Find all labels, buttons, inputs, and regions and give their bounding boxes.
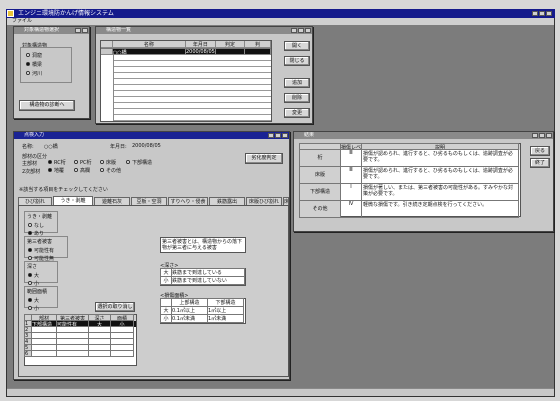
grid-empty-rows (113, 55, 271, 121)
option-curb[interactable]: 地覆 (48, 166, 64, 174)
name-value: ○○橋 (44, 144, 58, 150)
option-depth-large[interactable]: 大 (28, 271, 57, 279)
radio-checked-icon[interactable] (26, 62, 30, 66)
radio-icon[interactable] (28, 281, 32, 285)
option-other[interactable]: その他 (100, 166, 121, 174)
radio-icon[interactable] (26, 53, 30, 57)
depth-legend: 大鉄筋まで到達している 小鉄筋まで到達していない (160, 268, 246, 286)
date-value: 2000/08/05 (132, 143, 161, 149)
option-substructure[interactable]: 下部構造 (126, 158, 152, 166)
radio-icon[interactable] (28, 306, 32, 310)
radio-checked-icon[interactable] (28, 248, 32, 252)
delete-button[interactable]: 削除 (284, 93, 310, 103)
radio-icon[interactable] (28, 223, 32, 227)
radio-checked-icon[interactable] (48, 160, 52, 164)
option-pc-girder[interactable]: PC桁 (74, 158, 92, 166)
analyze-button[interactable]: 構造物の診断へ (19, 100, 75, 111)
inspection-window-title: 点検入力 (14, 132, 289, 139)
radio-icon[interactable] (74, 168, 78, 172)
menu-bar: ファイル (7, 18, 554, 25)
table-row[interactable]: 下部構造 Ⅰ 損傷が著しい、または、第三者被害の可能性がある。すみやかな対策が必… (299, 183, 520, 201)
exit-button[interactable]: 終了 (530, 158, 550, 168)
edit-button[interactable]: 変更 (284, 108, 310, 118)
list-window-controls[interactable] (291, 28, 311, 33)
list-window: 構造物一覧 名称 年月日 判定 判 ○○橋 2000/08/05 開く 閉じる … (95, 26, 313, 124)
judge-button[interactable]: 劣化度判定 (245, 153, 283, 164)
table-row[interactable]: その他 Ⅳ 軽微な損傷です。引き続き定期点検を行ってください。 (299, 200, 520, 218)
inspection-window-controls[interactable] (268, 133, 288, 138)
radio-checked-icon[interactable] (28, 273, 32, 277)
type-label: 部材の区分 (22, 154, 48, 160)
result-window-controls[interactable] (532, 133, 552, 138)
status-bar (7, 388, 554, 396)
radio-icon[interactable] (26, 71, 30, 75)
col-extra: 判 (245, 41, 271, 48)
radio-checked-icon[interactable] (28, 298, 32, 302)
group-area: 範囲面積 大 小 (24, 286, 58, 312)
selection-window-controls[interactable] (75, 28, 88, 33)
group-third-party: 第三者被害 可能性有 可能性無 (24, 236, 68, 262)
col-judge: 判定 (215, 41, 246, 48)
app-icon (7, 10, 14, 17)
table-row[interactable]: 床版 Ⅲ 損傷が認められ、進行すると、ひ劣るものもしくは、追跡調査が必要です。 (299, 166, 520, 184)
result-window-title: 結果 (294, 132, 553, 139)
radio-icon[interactable] (100, 168, 104, 172)
option-rc-girder[interactable]: RC桁 (48, 158, 66, 166)
close-button[interactable]: 閉じる (284, 56, 310, 66)
table-row[interactable]: 6 (24, 350, 136, 357)
group-spalling: うき・剥離 なし あり (24, 211, 58, 237)
list-window-title: 構造物一覧 (96, 27, 312, 34)
menu-file[interactable]: ファイル (12, 18, 32, 24)
option-area-large[interactable]: 大 (28, 296, 57, 304)
third-party-description: 第三者被害とは、構造物からの落下物が第三者に与える被害 (160, 237, 246, 253)
option-spalling-none[interactable]: なし (28, 221, 57, 229)
col-date: 年月日 (186, 41, 216, 48)
entry-table[interactable]: 部材 第三者被害 深さ 面積 1 下部構造 可能性有 大 小 2 3 4 5 6 (24, 314, 137, 366)
grid-header: 名称 年月日 判定 判 (101, 41, 271, 49)
result-window: 結果 損傷レベル 説明 桁 Ⅲ 損傷が認められ、進行すると、ひ劣るものもしくは、… (293, 131, 554, 232)
radio-icon[interactable] (100, 160, 104, 164)
result-table[interactable]: 損傷レベル 説明 桁 Ⅲ 損傷が認められ、進行すると、ひ劣るものもしくは、追跡調… (299, 143, 521, 218)
radio-icon[interactable] (126, 160, 130, 164)
option-tunnel[interactable]: 洞窟 (26, 51, 71, 59)
option-bridge[interactable]: 橋梁 (26, 60, 71, 68)
selection-window: 対象構造物選択 対象構造物 洞窟 橋梁 河川 構造物の診断へ (13, 26, 90, 119)
name-label: 名称: (22, 144, 34, 150)
date-label: 年月日: (110, 144, 127, 150)
table-row[interactable]: ○○橋 2000/08/05 (101, 49, 271, 55)
area-legend: 上部構造 下部構造 大 0.1㎡以上 1㎡以上 小 0.1㎡未満 1㎡未満 (160, 298, 246, 324)
radio-icon[interactable] (74, 160, 78, 164)
open-button[interactable]: 開く (284, 41, 310, 51)
radio-checked-icon[interactable] (48, 168, 52, 172)
col-name: 名称 (112, 41, 186, 48)
option-river[interactable]: 河川 (26, 69, 71, 77)
instruction-text: ※該当する項目をチェックしてください (19, 187, 108, 193)
option-slab[interactable]: 床版 (100, 158, 116, 166)
option-area-small[interactable]: 小 (28, 304, 57, 312)
main-member-label: 主部材 (22, 161, 38, 167)
back-button[interactable]: 戻る (530, 146, 550, 156)
secondary-member-label: 2次部材 (22, 169, 41, 175)
app-title-bar: エンジニ環境防かんげ情報システム (6, 9, 555, 18)
app-window-controls[interactable] (532, 11, 552, 16)
table-row[interactable]: 桁 Ⅲ 損傷が認められ、進行すると、ひ劣るものもしくは、追跡調査が必要です。 (299, 149, 520, 167)
group-depth: 深さ 大 小 (24, 261, 58, 287)
clear-selection-button[interactable]: 選択の取り消し (95, 302, 135, 312)
option-railing[interactable]: 高欄 (74, 166, 90, 174)
radio-checked-icon[interactable] (28, 231, 32, 235)
structure-options: 洞窟 橋梁 河川 (20, 47, 72, 83)
add-button[interactable]: 追加 (284, 78, 310, 88)
radio-icon[interactable] (28, 256, 32, 260)
option-third-party-possible[interactable]: 可能性有 (28, 246, 67, 254)
structure-grid[interactable]: 名称 年月日 判定 判 ○○橋 2000/08/05 (100, 40, 272, 122)
